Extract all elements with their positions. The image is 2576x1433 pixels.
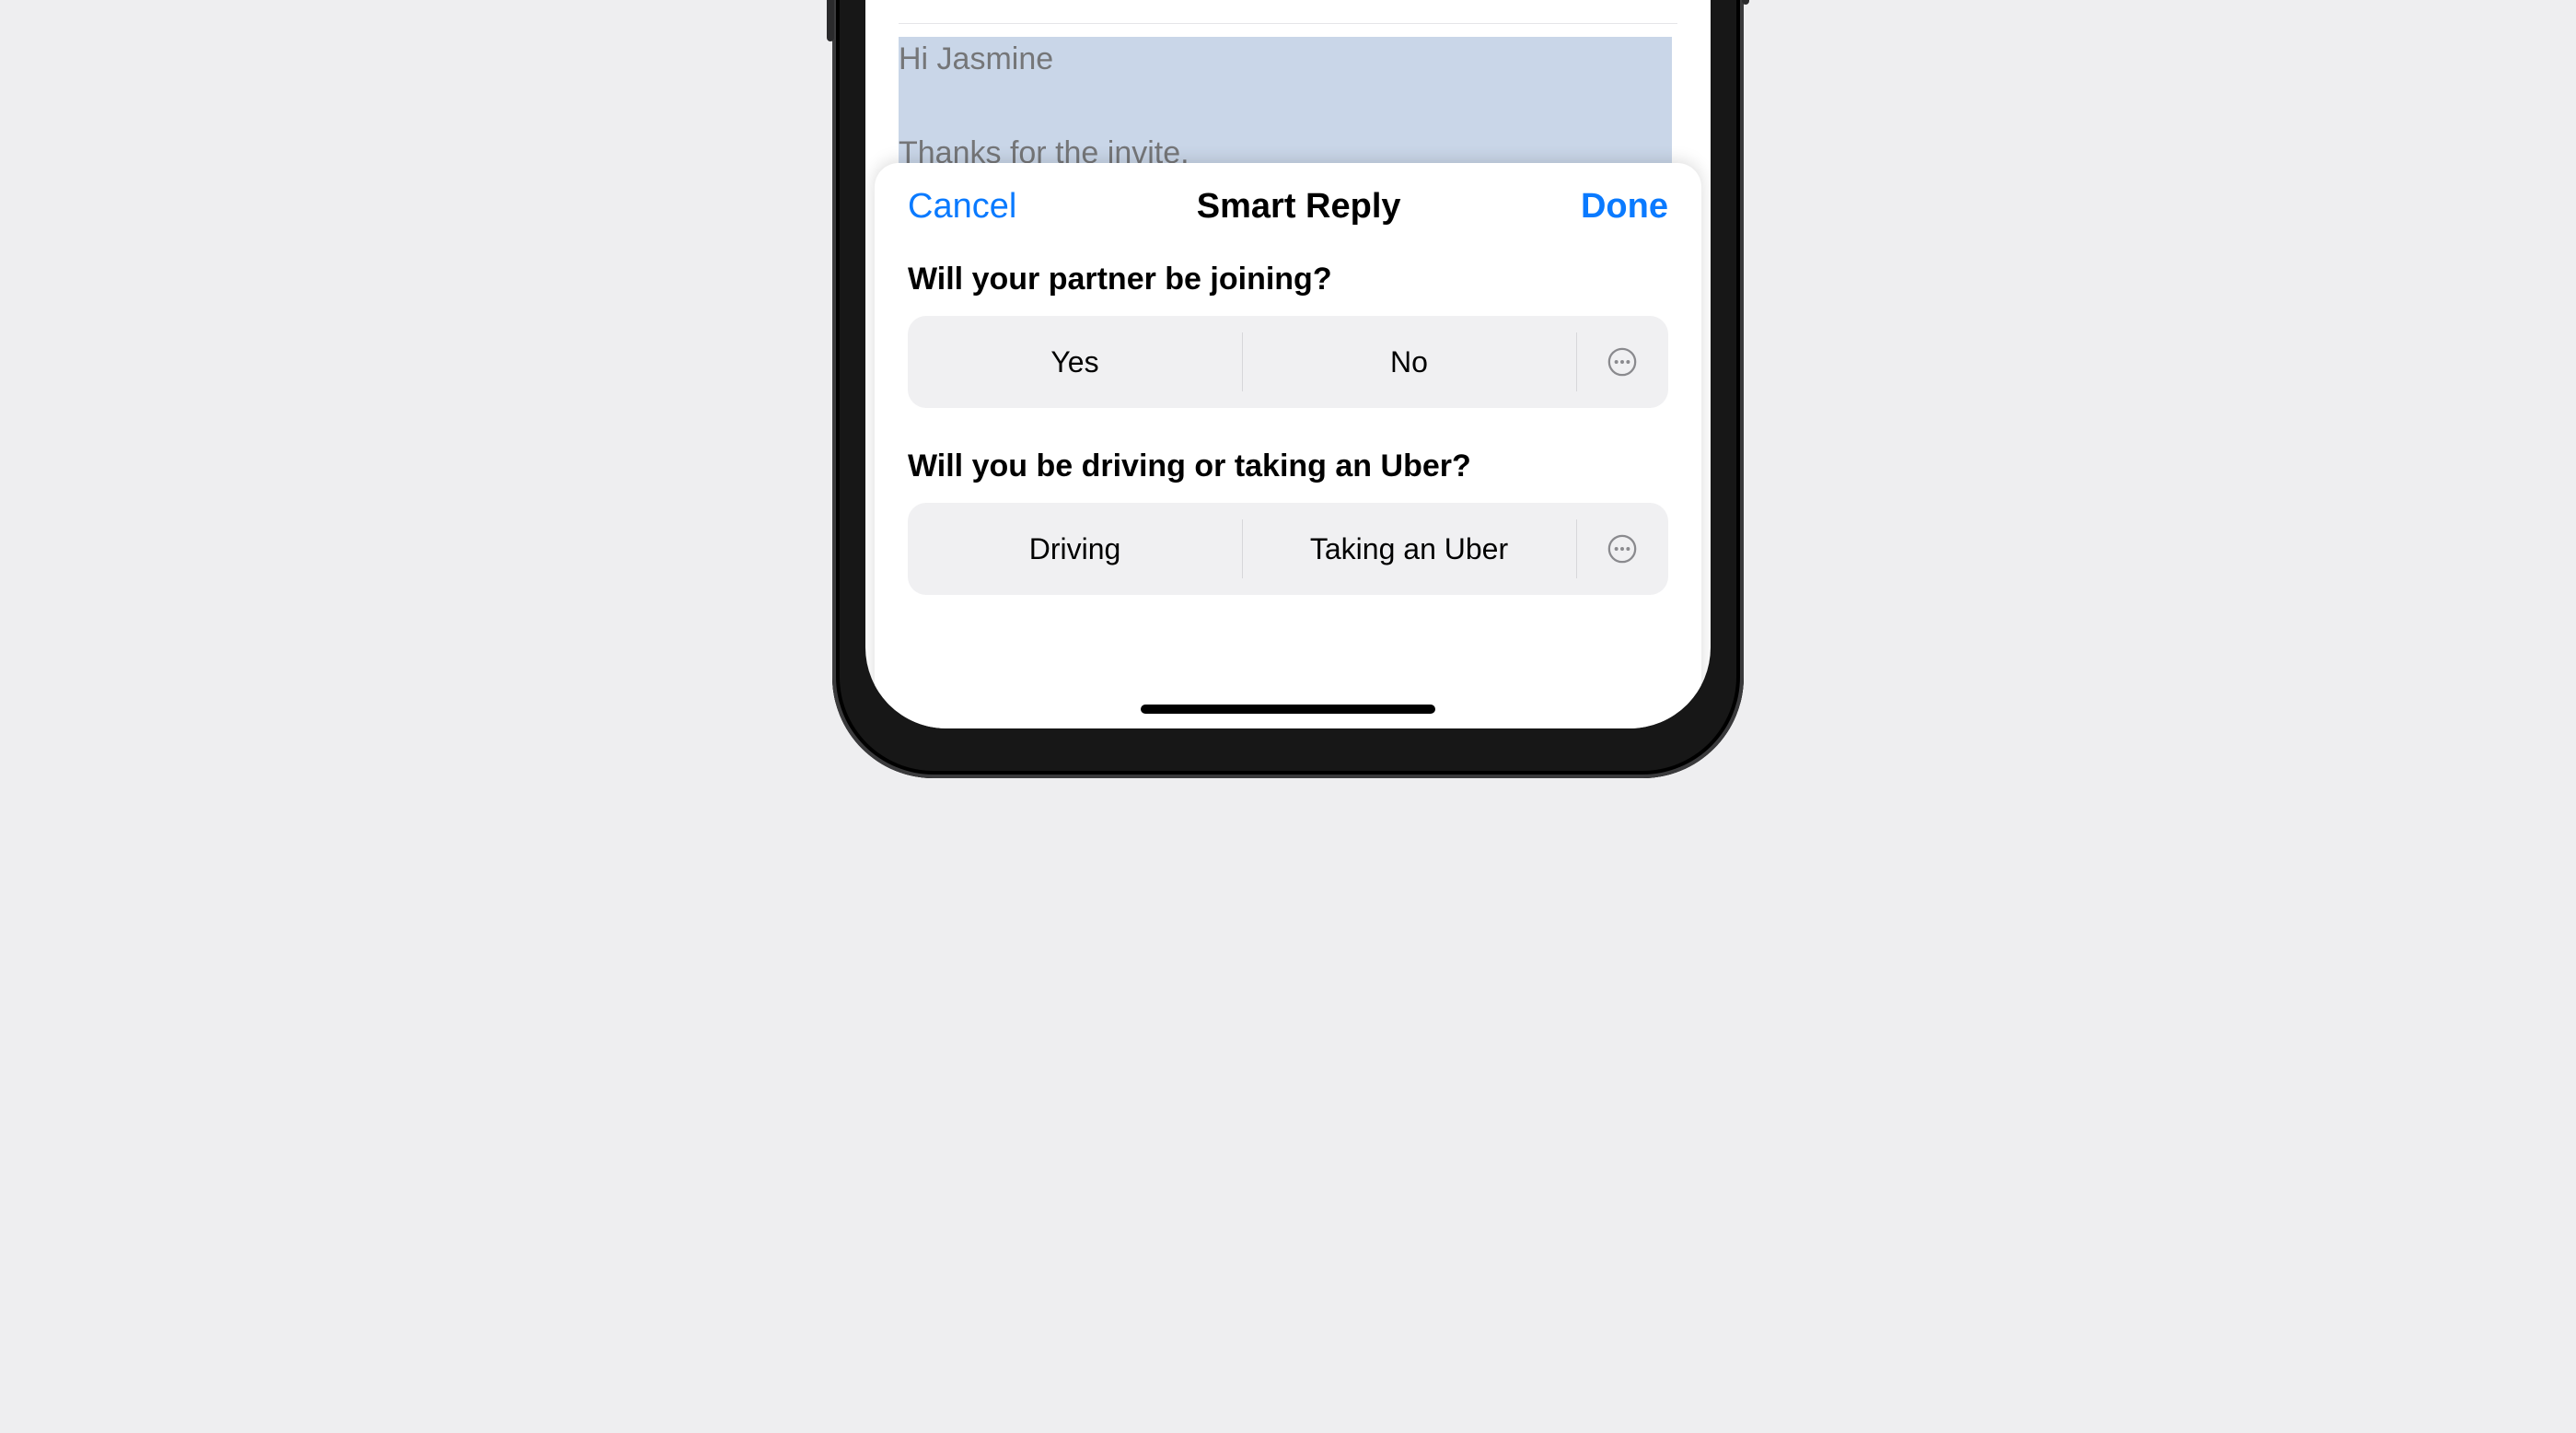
selected-draft-line[interactable]: Hi Jasmine: [899, 37, 1672, 83]
segmented-control-partner: Yes No: [908, 316, 1668, 408]
option-yes[interactable]: Yes: [908, 316, 1242, 408]
smart-reply-sheet: Cancel Smart Reply Done Will your partne…: [875, 163, 1701, 728]
ellipsis-circle-icon: [1607, 533, 1638, 565]
option-no[interactable]: No: [1242, 316, 1576, 408]
subject-label: Subject:: [899, 0, 1012, 3]
phone-bezel: To: Jasmine Garcia Cc/Bcc, From: B.Carey…: [832, 0, 1744, 778]
sheet-title: Smart Reply: [1197, 187, 1401, 227]
question-transport: Will you be driving or taking an Uber?: [908, 449, 1668, 484]
phone-screen: To: Jasmine Garcia Cc/Bcc, From: B.Carey…: [865, 0, 1711, 728]
option-driving[interactable]: Driving: [908, 503, 1242, 595]
home-indicator[interactable]: [1141, 705, 1435, 714]
option-taking-uber[interactable]: Taking an Uber: [1242, 503, 1576, 595]
more-options-button[interactable]: [1576, 503, 1668, 595]
selected-draft-blank[interactable]: [899, 83, 1672, 131]
subject-row[interactable]: Subject: Re: Sunday pick-up: [899, 0, 1677, 24]
segmented-control-transport: Driving Taking an Uber: [908, 503, 1668, 595]
cancel-button[interactable]: Cancel: [908, 187, 1016, 227]
done-button[interactable]: Done: [1581, 187, 1668, 227]
subject-value: Re: Sunday pick-up: [1023, 0, 1296, 3]
side-button[interactable]: [1742, 0, 1749, 5]
sheet-header: Cancel Smart Reply Done: [908, 187, 1668, 227]
ellipsis-circle-icon: [1607, 346, 1638, 378]
volume-down-button[interactable]: [827, 0, 834, 41]
more-options-button[interactable]: [1576, 316, 1668, 408]
question-partner: Will your partner be joining?: [908, 262, 1668, 297]
